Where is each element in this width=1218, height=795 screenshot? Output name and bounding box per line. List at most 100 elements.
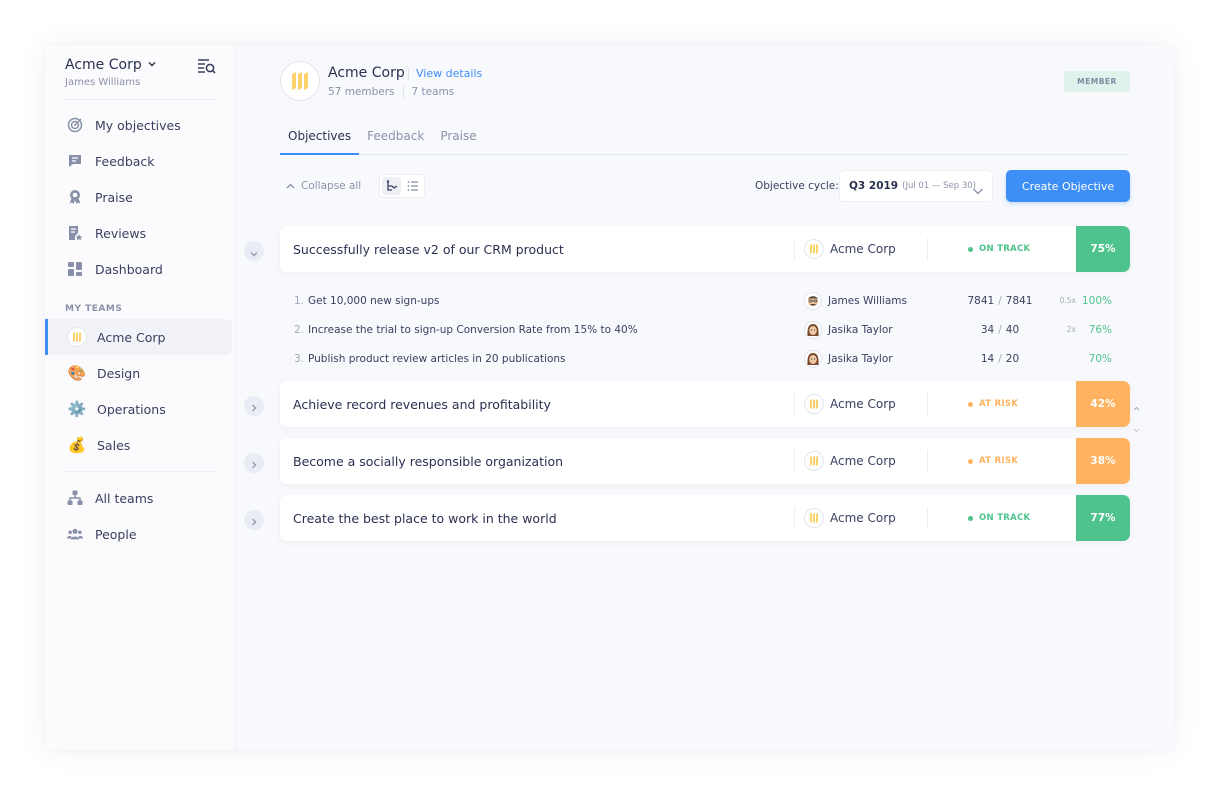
sidebar: Acme Corp James Williams My objectives F… [45,45,236,750]
org-name[interactable]: Acme Corp [65,57,217,73]
status-dot [968,401,973,407]
people-icon [67,526,83,542]
chevron-down-icon [148,60,156,70]
key-result-title[interactable]: Publish product review articles in 20 pu… [308,353,566,365]
sidebar-item-praise[interactable]: Praise [45,179,236,215]
weight-multiplier: 0.5x [1059,296,1076,305]
view-toggle [379,174,425,198]
org-switcher[interactable]: Acme Corp James Williams [65,55,217,88]
sidebar-item-acme-corp[interactable]: Acme Corp [45,319,232,355]
sidebar-item-sales[interactable]: 💰 Sales [45,427,236,463]
objective-team: Acme Corp [794,393,896,415]
view-details-link[interactable]: View details [416,67,482,80]
tree-view-icon [386,177,398,196]
objective-title[interactable]: Create the best place to work in the wor… [293,511,557,526]
collapse-objective-button[interactable] [244,241,264,261]
objective-row[interactable]: Successfully release v2 of our CRM produ… [280,226,1130,272]
search-list-icon[interactable] [197,58,217,74]
progress-badge: 77% [1076,495,1130,541]
gear-icon: ⚙️ [67,400,87,418]
row-separator [927,393,928,415]
acme-logo-icon [804,508,824,528]
status-badge: ON TRACK [968,244,1030,254]
key-result-owner: James Williams [804,291,907,310]
palette-icon: 🎨 [67,364,87,382]
tree-view-button[interactable] [382,177,401,195]
chevron-up-icon [1133,396,1140,415]
sidebar-item-dashboard[interactable]: Dashboard [45,251,236,287]
target-icon [67,117,83,133]
sidebar-item-feedback[interactable]: Feedback [45,143,236,179]
key-result-progress: 100% [1081,294,1112,307]
progress-badge: 42% [1076,381,1130,427]
list-view-button[interactable] [403,177,422,195]
key-result-progress: 70% [1088,352,1112,365]
cycle-value: Q3 2019 [849,180,899,192]
avatar [804,349,822,368]
expand-objective-button[interactable] [244,396,264,416]
acme-logo-icon [67,327,87,347]
objective-cycle-select[interactable]: Q3 2019 (Jul 01 — Sep 30) [839,170,993,202]
company-meta: 57 members 7 teams [328,86,454,98]
status-dot [968,458,973,464]
dashboard-grid-icon [67,261,83,277]
objective-row[interactable]: Become a socially responsible organizati… [280,438,1130,484]
objective-row[interactable]: Achieve record revenues and profitabilit… [280,381,1130,427]
current-user-name: James Williams [65,77,141,88]
status-badge: AT RISK [968,399,1018,409]
status-dot [968,515,973,521]
key-result-owner: Jasika Taylor [804,349,893,368]
sidebar-item-all-teams[interactable]: All teams [45,480,236,516]
status-badge: ON TRACK [968,513,1030,523]
cycle-range: (Jul 01 — Sep 30) [902,181,976,191]
progress-badge: 75% [1076,226,1130,272]
objective-title[interactable]: Achieve record revenues and profitabilit… [293,397,551,412]
key-result-row[interactable]: 1. Get 10,000 new sign-ups James William… [280,286,1130,315]
reorder-handle[interactable] [1133,396,1140,437]
sidebar-item-reviews[interactable]: Reviews [45,215,236,251]
list-view-icon [407,177,419,196]
tab-objectives[interactable]: Objectives [280,125,360,155]
company-logo [280,61,320,101]
role-badge: MEMBER [1064,71,1130,92]
chevron-right-icon [251,511,257,530]
key-result-row[interactable]: 2. Increase the trial to sign-up Convers… [280,315,1130,344]
avatar [804,291,822,310]
team-count: 7 teams [411,86,455,98]
sidebar-item-people[interactable]: People [45,516,236,552]
chevron-down-icon [972,181,984,200]
acme-logo-icon [804,451,824,471]
progress-badge: 38% [1076,438,1130,484]
objective-title[interactable]: Successfully release v2 of our CRM produ… [293,242,564,257]
objective-title[interactable]: Become a socially responsible organizati… [293,454,563,469]
award-ribbon-icon [67,189,83,205]
status-dot [968,246,973,252]
key-result-row[interactable]: 3. Publish product review articles in 20… [280,344,1130,373]
chevron-up-icon [286,180,295,192]
member-count: 57 members [328,86,395,98]
key-result-value: 34/40 [980,323,1020,336]
cycle-label: Objective cycle: [755,180,839,192]
main-content: Acme Corp View details 57 members 7 team… [236,45,1174,750]
weight-multiplier: 2x [1066,325,1076,334]
expand-objective-button[interactable] [244,510,264,530]
key-result-owner: Jasika Taylor [804,320,893,339]
expand-objective-button[interactable] [244,453,264,473]
key-result-title[interactable]: Increase the trial to sign-up Conversion… [308,324,638,336]
create-objective-button[interactable]: Create Objective [1006,170,1130,202]
my-teams-label: MY TEAMS [65,304,123,314]
key-result-value: 7841/7841 [967,294,1033,307]
collapse-all-button[interactable]: Collapse all [286,180,361,192]
tab-feedback[interactable]: Feedback [359,125,432,154]
objective-team: Acme Corp [794,238,896,260]
chat-bubble-icon [67,153,83,169]
key-result-title[interactable]: Get 10,000 new sign-ups [308,295,439,307]
objective-row[interactable]: Create the best place to work in the wor… [280,495,1130,541]
row-separator [927,507,928,529]
meta-separator [402,86,404,98]
tab-praise[interactable]: Praise [432,125,484,154]
chevron-right-icon [251,397,257,416]
sidebar-item-my-objectives[interactable]: My objectives [45,107,236,143]
sidebar-item-design[interactable]: 🎨 Design [45,355,236,391]
sidebar-item-operations[interactable]: ⚙️ Operations [45,391,236,427]
